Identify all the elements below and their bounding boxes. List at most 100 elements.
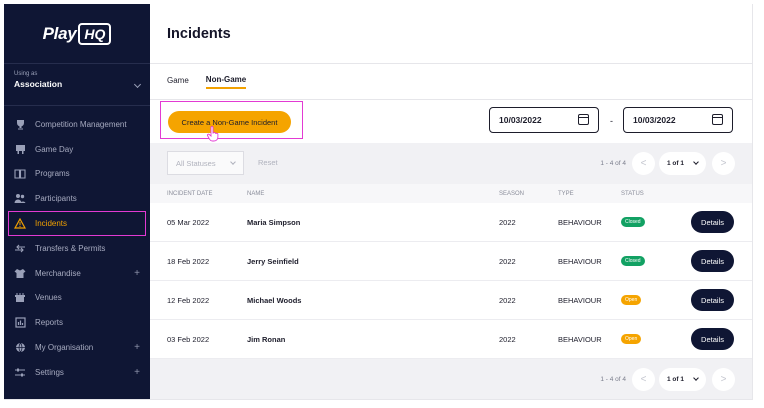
incident-season: 2022 [499, 256, 516, 266]
table-header: INCIDENT DATE NAME SEASON TYPE STATUS [150, 184, 752, 203]
details-button[interactable]: Details [691, 328, 734, 350]
sidebar-item-venues[interactable]: Venues [4, 286, 150, 311]
calendar-icon[interactable] [712, 114, 723, 125]
app-frame: Play HQ Using as Association Competition… [0, 0, 764, 408]
tab-bar: Game Non-Game [150, 64, 752, 100]
sidebar-item-label: My Organisation [35, 343, 94, 353]
sidebar-item-transfers-permits[interactable]: Transfers & Permits [4, 236, 150, 261]
status-badge: Open [621, 334, 642, 344]
incident-season: 2022 [499, 334, 516, 344]
date-from-value: 10/03/2022 [499, 115, 542, 125]
expand-icon[interactable]: + [134, 268, 140, 279]
frame-border [4, 399, 753, 400]
table-row: 18 Feb 2022 Jerry Seinfield 2022 BEHAVIO… [150, 242, 752, 281]
chevron-down-icon [230, 159, 236, 165]
incident-name: Michael Woods [247, 295, 302, 305]
sidebar-item-reports[interactable]: Reports [4, 310, 150, 335]
toolbar: Create a Non-Game Incident 10/03/2022 - … [150, 100, 752, 143]
date-separator: - [610, 116, 613, 126]
chart-icon [14, 317, 26, 329]
page-label: 1 of 1 [667, 376, 684, 383]
logo-text: Play [42, 23, 77, 43]
sidebar-item-label: Game Day [35, 144, 74, 154]
sidebar-item-incidents[interactable]: Incidents [8, 211, 146, 236]
transfer-icon [14, 242, 26, 254]
prev-page-button[interactable]: < [632, 152, 656, 175]
sidebar-item-programs[interactable]: Programs [4, 162, 150, 187]
logo-badge: HQ [78, 22, 112, 45]
incident-type: BEHAVIOUR [558, 217, 602, 227]
incident-type: BEHAVIOUR [558, 334, 602, 344]
status-cell: Closed [621, 203, 645, 241]
incident-season: 2022 [499, 295, 516, 305]
org-caption: Using as [14, 71, 38, 77]
tab-game[interactable]: Game [167, 76, 189, 88]
sidebar-item-merchandise[interactable]: Merchandise + [4, 261, 150, 286]
incident-name: Jim Ronan [247, 334, 286, 344]
pagination-range: 1 - 4 of 4 [600, 376, 627, 383]
incident-date: 18 Feb 2022 [167, 256, 210, 266]
sidebar-item-label: Participants [35, 194, 77, 204]
main-content: Incidents Game Non-Game Create a Non-Gam… [150, 4, 752, 400]
incident-date: 03 Feb 2022 [167, 334, 210, 344]
status-cell: Closed [621, 242, 645, 280]
expand-icon[interactable]: + [134, 367, 140, 378]
details-button[interactable]: Details [691, 250, 734, 272]
incident-type: BEHAVIOUR [558, 295, 602, 305]
prev-page-button[interactable]: < [632, 368, 656, 391]
chevron-down-icon [693, 375, 699, 381]
action-cell: Details [691, 320, 734, 358]
action-cell: Details [691, 203, 734, 241]
trophy-icon [14, 118, 26, 130]
incident-date: 12 Feb 2022 [167, 295, 210, 305]
date-to-field[interactable]: 10/03/2022 [623, 107, 733, 133]
next-page-button[interactable]: > [712, 152, 735, 175]
frame-border [752, 4, 753, 400]
pagination-bottom: 1 - 4 of 4 < 1 of 1 > [600, 368, 735, 391]
pagination-top: 1 - 4 of 4 < 1 of 1 > [600, 152, 735, 175]
highlight-box: Create a Non-Game Incident [160, 101, 303, 142]
logo[interactable]: Play HQ [4, 4, 150, 64]
warning-icon [14, 218, 26, 230]
column-header: NAME [247, 190, 265, 197]
sidebar-item-label: Competition Management [35, 119, 127, 129]
create-non-game-incident-button[interactable]: Create a Non-Game Incident [168, 111, 291, 133]
status-badge: Closed [621, 217, 645, 227]
incident-date: 05 Mar 2022 [167, 217, 210, 227]
reset-button[interactable]: Reset [258, 158, 278, 167]
sliders-icon [14, 366, 26, 378]
date-to-value: 10/03/2022 [633, 115, 676, 125]
page-select[interactable]: 1 of 1 [659, 368, 706, 391]
sidebar-item-settings[interactable]: Settings + [4, 360, 150, 385]
tab-non-game[interactable]: Non-Game [205, 75, 247, 89]
people-icon [14, 193, 26, 205]
org-switcher[interactable]: Using as Association [4, 64, 150, 106]
sidebar-item-label: Incidents [35, 219, 68, 229]
sidebar-item-label: Transfers & Permits [35, 243, 106, 253]
sidebar-nav: Competition Management Game Day Programs… [4, 106, 150, 385]
sidebar-item-label: Merchandise [35, 268, 81, 278]
sidebar-item-competition-management[interactable]: Competition Management [4, 112, 150, 137]
sidebar-item-participants[interactable]: Participants [4, 186, 150, 211]
date-from-field[interactable]: 10/03/2022 [489, 107, 599, 133]
action-cell: Details [691, 281, 734, 319]
sidebar-item-my-organisation[interactable]: My Organisation + [4, 335, 150, 360]
sidebar-item-label: Programs [35, 169, 70, 179]
next-page-button[interactable]: > [712, 368, 735, 391]
book-icon [14, 168, 26, 180]
incident-season: 2022 [499, 217, 516, 227]
expand-icon[interactable]: + [134, 342, 140, 353]
sidebar-item-game-day[interactable]: Game Day [4, 137, 150, 162]
scoreboard-icon [14, 143, 26, 155]
filter-bar: All Statuses Reset 1 - 4 of 4 < 1 of 1 > [150, 143, 752, 184]
page-select[interactable]: 1 of 1 [659, 152, 706, 175]
details-button[interactable]: Details [691, 289, 734, 311]
status-cell: Open [621, 281, 642, 319]
status-filter-select[interactable]: All Statuses [167, 151, 244, 175]
calendar-icon[interactable] [578, 114, 589, 125]
action-cell: Details [691, 242, 734, 280]
table-row: 12 Feb 2022 Michael Woods 2022 BEHAVIOUR… [150, 281, 752, 320]
details-button[interactable]: Details [691, 211, 734, 233]
column-header: TYPE [558, 190, 574, 197]
stadium-icon [14, 292, 26, 304]
